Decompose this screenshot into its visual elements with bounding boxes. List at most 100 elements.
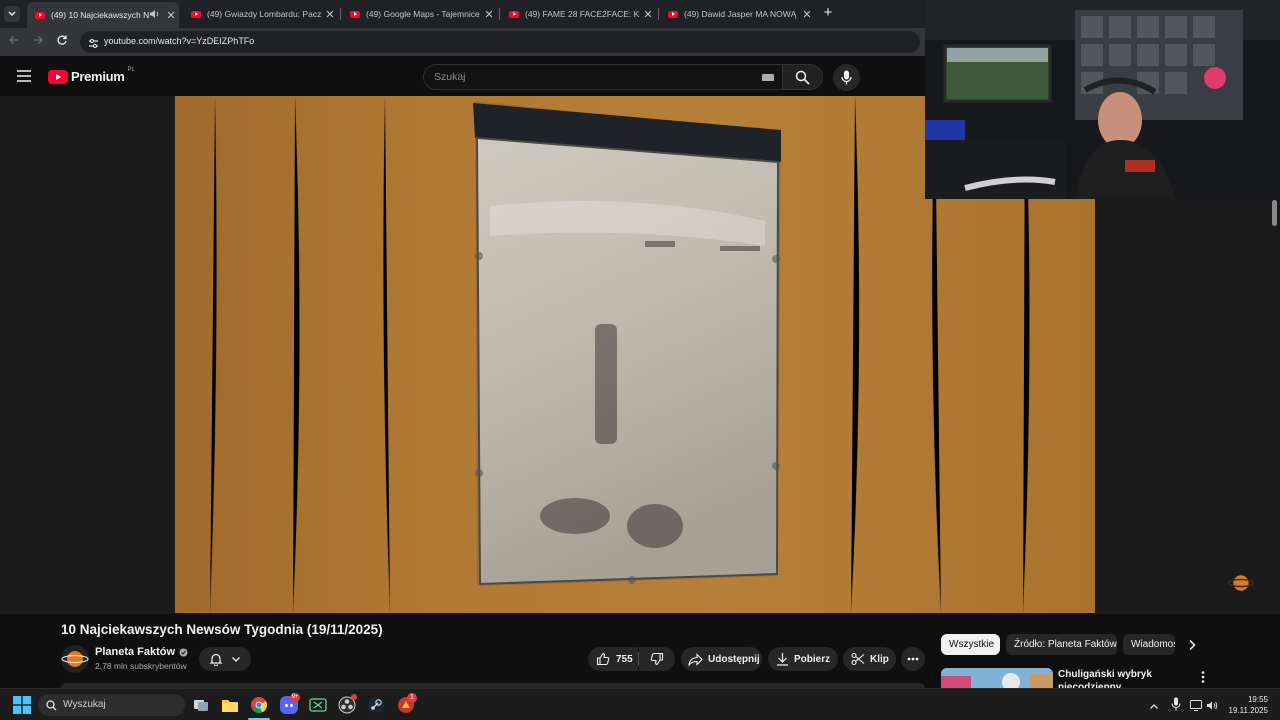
thumbs-down-icon <box>650 652 664 666</box>
url-text: youtube.com/watch?v=YzDEIZPhTFo <box>104 36 255 46</box>
like-button[interactable]: 755 <box>588 647 638 671</box>
webcam-overlay <box>925 0 1280 199</box>
scissors-icon <box>851 652 865 666</box>
share-button[interactable]: Udostępnij <box>681 647 762 671</box>
tab-divider <box>658 8 659 20</box>
forward-icon[interactable] <box>30 34 46 50</box>
discord-badge: 9+ <box>290 693 300 702</box>
chrome-icon[interactable] <box>250 696 268 714</box>
chip-news[interactable]: Wiadomości <box>1123 634 1175 655</box>
dislike-button[interactable] <box>639 647 675 671</box>
reload-icon[interactable] <box>54 34 70 50</box>
search-button[interactable] <box>783 64 823 90</box>
youtube-premium-logo[interactable]: Premium PL <box>48 66 135 84</box>
steam-icon[interactable] <box>367 696 385 714</box>
logo-text: Premium <box>71 69 125 84</box>
new-tab-button[interactable]: + <box>820 5 836 21</box>
tab-item[interactable]: (49) Dawid Jasper MA NOWĄ D ✕ <box>660 4 815 24</box>
clock[interactable]: 19:55 19.11.2025 <box>1222 694 1268 716</box>
logo-region: PL <box>127 66 135 73</box>
share-icon <box>688 652 703 666</box>
channel-avatar[interactable] <box>61 645 89 673</box>
youtube-favicon-icon <box>509 10 519 18</box>
tab-label: (49) Dawid Jasper MA NOWĄ D <box>684 9 799 19</box>
notification-button[interactable] <box>199 647 251 671</box>
youtube-favicon-icon <box>35 11 45 19</box>
tab-close-icon[interactable]: ✕ <box>163 9 179 22</box>
channel-watermark-icon[interactable] <box>1227 572 1255 599</box>
tab-label: (49) FAME 28 FACE2FACE: Krak <box>525 9 640 19</box>
youtube-favicon-icon <box>191 10 201 18</box>
network-icon[interactable] <box>1190 698 1202 716</box>
youtube-logo-icon <box>48 69 68 84</box>
recommended-title[interactable]: Chuligański wybryk niecodzienny <box>1058 668 1152 688</box>
tab-label: (49) Gwiazdy Lombardu: Paczka <box>207 9 322 19</box>
microphone-icon[interactable] <box>1171 697 1181 716</box>
tab-label: (49) Google Maps - Tajemnice <box>366 9 480 19</box>
more-horizontal-icon <box>907 657 919 661</box>
download-label: Pobierz <box>794 653 831 665</box>
like-count: 755 <box>616 653 633 665</box>
xbox-app-icon[interactable] <box>309 696 327 714</box>
recommended-title-line2: niecodzienny <box>1058 682 1122 688</box>
tab-active[interactable]: (49) 10 Najciekawszych New ✕ <box>27 2 179 28</box>
taskbar: Wyszukaj 9+ 1 19:55 19.11.2025 <box>0 688 1280 720</box>
volume-icon[interactable] <box>1206 698 1218 716</box>
recommended-more-icon[interactable] <box>1200 670 1206 689</box>
tab-search-icon[interactable] <box>4 6 20 22</box>
search-icon <box>46 700 57 711</box>
chevron-down-icon <box>232 657 240 662</box>
chevron-right-icon <box>1189 639 1196 651</box>
browser-tab-strip: (49) 10 Najciekawszych New ✕ (49) Gwiazd… <box>0 0 925 28</box>
search-icon <box>795 70 810 85</box>
tab-close-icon[interactable]: ✕ <box>799 8 815 21</box>
channel-name[interactable]: Planeta Faktów <box>95 646 175 658</box>
search-placeholder: Szukaj <box>434 71 466 83</box>
channel-name-row[interactable]: Planeta Faktów <box>95 646 188 658</box>
download-button[interactable]: Pobierz <box>768 647 838 671</box>
mic-icon <box>841 70 852 85</box>
file-explorer-icon[interactable] <box>221 696 239 714</box>
chips-next-button[interactable] <box>1182 636 1202 654</box>
verified-icon <box>179 648 188 656</box>
site-info-icon[interactable] <box>88 36 99 54</box>
webcam-image <box>925 0 1280 199</box>
search-input[interactable]: Szukaj <box>423 64 783 90</box>
tray-overflow-icon[interactable] <box>1149 699 1159 717</box>
thumbs-up-icon <box>596 652 610 666</box>
download-icon <box>777 653 788 666</box>
back-icon[interactable] <box>6 34 22 50</box>
chip-all[interactable]: Wszystkie <box>941 634 1000 655</box>
tab-close-icon[interactable]: ✕ <box>640 8 656 21</box>
speaker-icon[interactable] <box>149 9 163 21</box>
tab-close-icon[interactable]: ✕ <box>481 8 497 21</box>
recommended-title-line1: Chuligański wybryk <box>1058 669 1152 680</box>
youtube-favicon-icon <box>350 10 360 18</box>
clip-label: Klip <box>870 653 889 665</box>
app-badge: 1 <box>407 693 417 703</box>
address-bar[interactable]: youtube.com/watch?v=YzDEIZPhTFo <box>80 31 920 53</box>
scrollbar-thumb[interactable] <box>1272 200 1277 226</box>
tab-item[interactable]: (49) Google Maps - Tajemnice ✕ <box>342 4 497 24</box>
tab-item[interactable]: (49) Gwiazdy Lombardu: Paczka ✕ <box>183 4 338 24</box>
bell-icon <box>209 653 223 666</box>
task-view-icon[interactable] <box>192 696 210 714</box>
tab-close-icon[interactable]: ✕ <box>322 8 338 21</box>
share-label: Udostępnij <box>708 653 760 665</box>
keyboard-icon[interactable] <box>762 74 774 81</box>
voice-search-button[interactable] <box>833 64 860 91</box>
menu-icon[interactable] <box>16 69 32 88</box>
video-title: 10 Najciekawszych Newsów Tygodnia (19/11… <box>61 622 383 637</box>
recommended-thumbnail[interactable] <box>941 668 1053 688</box>
more-actions-button[interactable] <box>901 647 925 671</box>
youtube-favicon-icon <box>668 10 678 18</box>
clock-date: 19.11.2025 <box>1228 706 1268 715</box>
tab-divider <box>340 8 341 20</box>
taskbar-search[interactable]: Wyszukaj <box>38 694 185 716</box>
browser-toolbar: youtube.com/watch?v=YzDEIZPhTFo <box>0 28 925 56</box>
tab-item[interactable]: (49) FAME 28 FACE2FACE: Krak ✕ <box>501 4 656 24</box>
clock-time: 19:55 <box>1247 695 1268 704</box>
clip-button[interactable]: Klip <box>843 647 896 671</box>
chip-source[interactable]: Źródło: Planeta Faktów <box>1006 634 1117 655</box>
windows-start-icon[interactable] <box>13 696 31 714</box>
